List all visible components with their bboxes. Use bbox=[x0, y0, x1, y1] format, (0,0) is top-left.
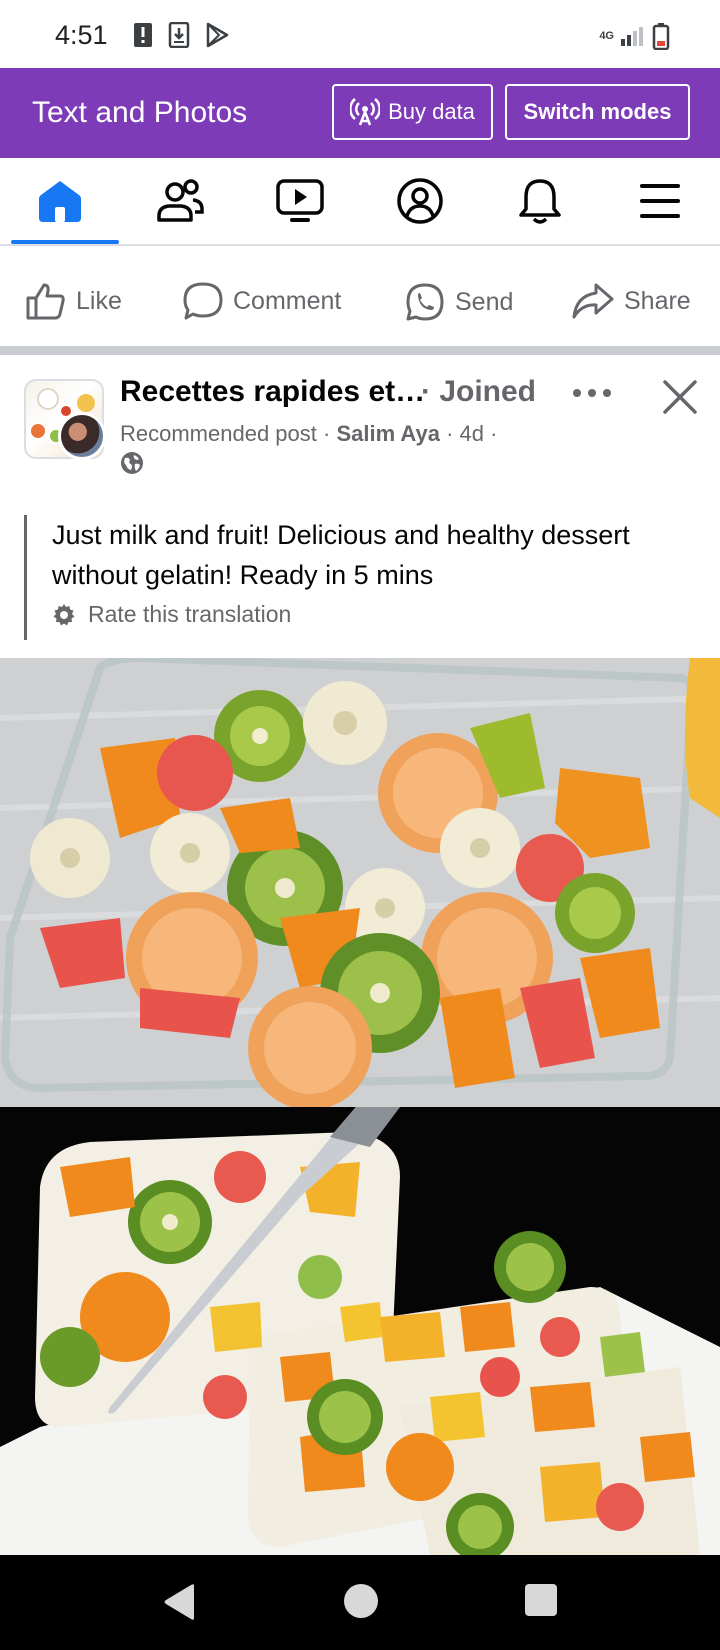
signal-icon bbox=[621, 27, 643, 46]
nav-profile-tab[interactable] bbox=[365, 158, 475, 244]
nav-active-indicator bbox=[11, 240, 119, 244]
nav-friends-tab[interactable] bbox=[125, 158, 235, 244]
switch-modes-button[interactable]: Switch modes bbox=[505, 84, 690, 140]
like-icon bbox=[26, 283, 65, 320]
comment-label: Comment bbox=[233, 286, 342, 315]
share-button[interactable]: Share bbox=[572, 282, 691, 320]
group-name-link[interactable]: Recettes rapides et… bbox=[120, 375, 425, 409]
whatsapp-icon bbox=[406, 283, 444, 321]
buy-data-label: Buy data bbox=[388, 99, 475, 124]
comment-button[interactable]: Comment bbox=[183, 282, 341, 320]
post-actions-bar: Like Comment Send Share bbox=[0, 258, 720, 348]
nav-menu-tab[interactable] bbox=[605, 158, 715, 244]
status-bar: 4:51 4G bbox=[0, 0, 720, 68]
more-options-icon bbox=[573, 389, 611, 397]
post-photo-fruit-terrine[interactable] bbox=[0, 1107, 720, 1555]
translated-post-text: Just milk and fruit! Delicious and healt… bbox=[24, 515, 694, 640]
author-avatar[interactable] bbox=[58, 412, 106, 460]
joined-status: · Joined bbox=[421, 375, 537, 408]
network-type-label: 4G bbox=[599, 29, 614, 42]
feed-separator bbox=[0, 346, 720, 355]
status-time: 4:51 bbox=[55, 20, 108, 50]
gear-icon bbox=[53, 603, 75, 625]
home-button-icon[interactable] bbox=[343, 1583, 379, 1619]
menu-icon bbox=[640, 184, 680, 218]
send-button[interactable]: Send bbox=[405, 282, 513, 322]
post-header: Recettes rapides et… · Joined Recommende… bbox=[0, 355, 720, 505]
close-icon bbox=[663, 380, 697, 414]
fruit-terrine-image bbox=[0, 1107, 720, 1555]
post-time[interactable]: · 4d · bbox=[440, 421, 497, 446]
post-more-button[interactable] bbox=[568, 369, 616, 417]
notifications-icon bbox=[519, 179, 561, 224]
author-name-link[interactable]: Salim Aya bbox=[336, 421, 440, 446]
profile-icon bbox=[397, 178, 443, 224]
friends-icon bbox=[157, 179, 204, 222]
status-system-icons: 4G bbox=[599, 22, 670, 50]
system-navigation-bar bbox=[0, 1555, 720, 1650]
nav-home-tab[interactable] bbox=[5, 158, 119, 244]
fruit-dish-image bbox=[0, 658, 720, 1107]
share-label: Share bbox=[624, 286, 691, 315]
status-notification-icons bbox=[132, 22, 230, 48]
recents-icon[interactable] bbox=[524, 1583, 558, 1617]
play-store-icon bbox=[206, 22, 229, 48]
nav-video-tab[interactable] bbox=[245, 158, 355, 244]
nav-notifications-tab[interactable] bbox=[485, 158, 595, 244]
like-label: Like bbox=[76, 286, 122, 315]
app-mode-title: Text and Photos bbox=[32, 96, 248, 129]
share-icon bbox=[572, 283, 614, 319]
download-icon bbox=[168, 22, 190, 48]
home-icon bbox=[39, 181, 81, 222]
post-body-text: Just milk and fruit! Delicious and healt… bbox=[52, 520, 630, 590]
rate-translation-label: Rate this translation bbox=[88, 601, 292, 627]
post-photo-fruit-dish[interactable] bbox=[0, 658, 720, 1107]
broadcast-icon bbox=[350, 98, 381, 126]
switch-modes-label: Switch modes bbox=[523, 99, 672, 124]
alert-icon bbox=[134, 23, 152, 47]
video-icon bbox=[276, 179, 324, 222]
comment-icon bbox=[183, 282, 223, 320]
post-meta: Recommended post · Salim Aya · 4d · bbox=[120, 421, 497, 447]
back-icon[interactable] bbox=[162, 1583, 196, 1621]
recommended-label: Recommended post · bbox=[120, 421, 337, 446]
app-header: Text and Photos Buy data Switch modes bbox=[0, 68, 720, 158]
buy-data-button[interactable]: Buy data bbox=[332, 84, 493, 140]
rate-translation-link[interactable]: Rate this translation bbox=[52, 601, 694, 628]
main-nav-bar bbox=[0, 158, 720, 246]
globe-icon bbox=[121, 452, 143, 474]
send-label: Send bbox=[455, 287, 514, 316]
hide-post-button[interactable] bbox=[656, 373, 704, 421]
like-button[interactable]: Like bbox=[26, 282, 122, 320]
battery-icon bbox=[652, 23, 670, 50]
